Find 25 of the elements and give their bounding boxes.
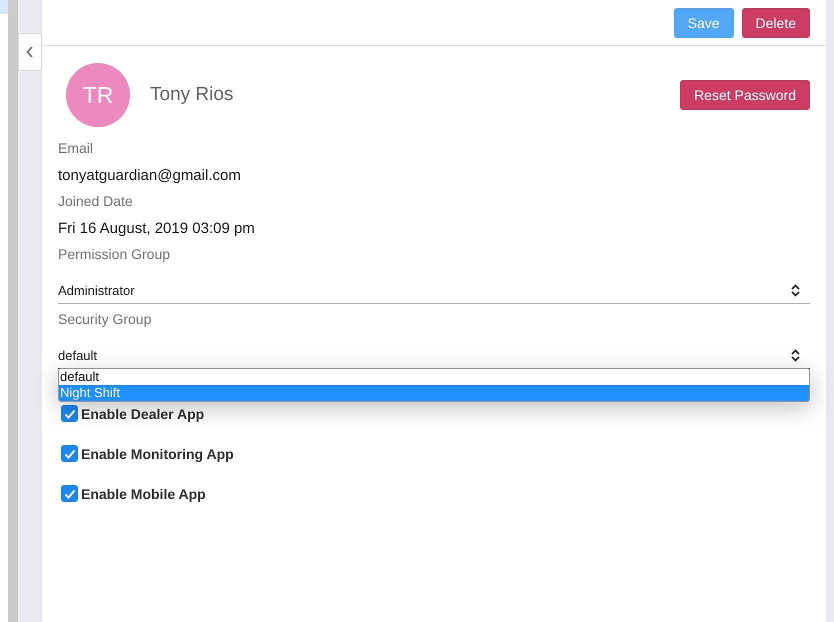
collapse-button[interactable] [18,33,42,71]
field-label: Permission Group [58,245,172,263]
chevron-left-icon [26,46,34,58]
up-down-arrows-icon [791,284,800,296]
delete-button[interactable]: Delete [742,8,810,38]
field-label: Email [58,139,94,157]
dropdown-option[interactable]: Night Shift [59,385,809,401]
checkbox[interactable] [61,405,78,422]
save-button[interactable]: Save [674,8,734,38]
checkbox-label: Enable Monitoring App [81,446,234,462]
checkbox-label: Enable Dealer App [81,406,204,422]
field-value: tonyatguardian@gmail.com [58,166,242,186]
up-down-arrows-icon [791,348,800,362]
select-field[interactable]: Administrator [58,277,810,304]
checkbox[interactable] [61,445,78,462]
field-label: Security Group [58,310,152,328]
checkbox-label: Enable Mobile App [81,486,206,502]
reset-password-button[interactable]: Reset Password [680,80,810,110]
user-name: Tony Rios [150,84,234,106]
sidebar-highlight [0,0,8,14]
dropdown-option[interactable]: default [59,369,809,385]
field-value: Fri 16 August, 2019 03:09 pm [58,219,256,239]
field-label: Joined Date [58,192,134,210]
checkbox[interactable] [61,485,78,502]
avatar: TR [66,63,130,127]
